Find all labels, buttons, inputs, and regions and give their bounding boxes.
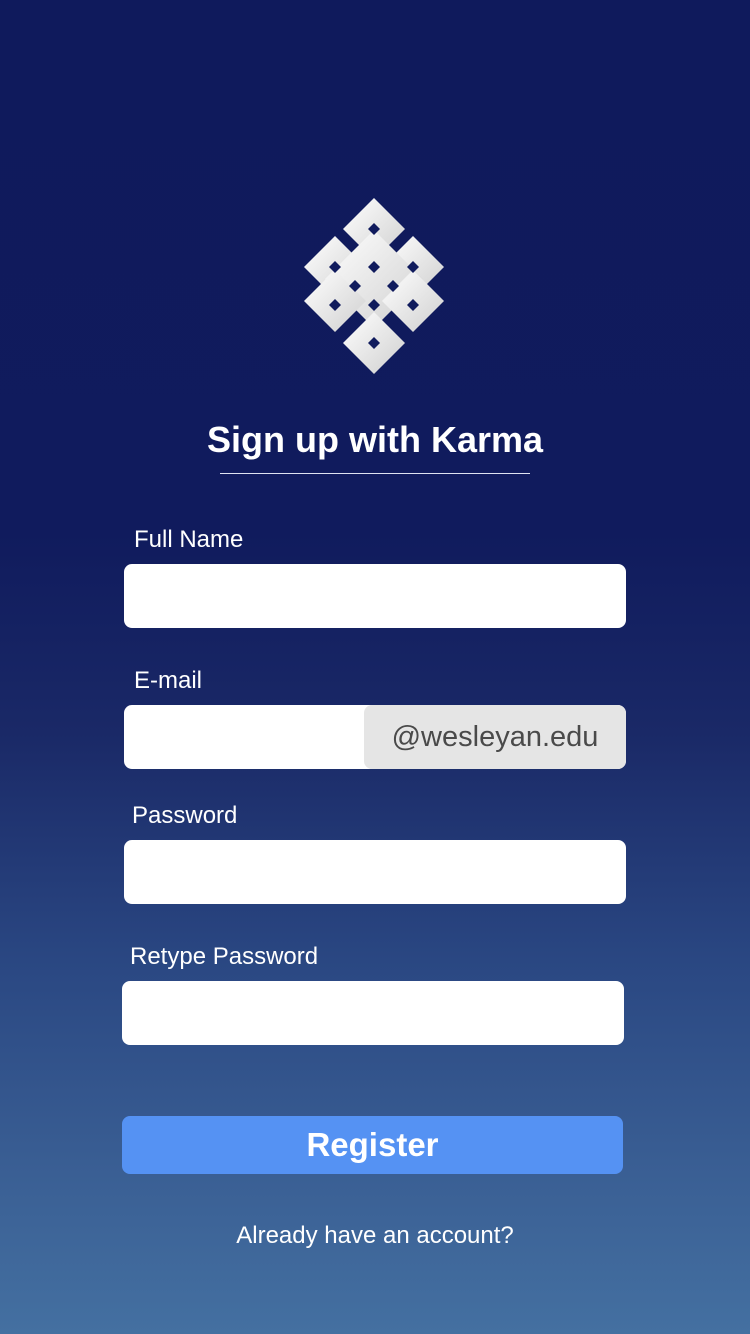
- endless-knot-icon: [303, 196, 445, 376]
- page-title: Sign up with Karma: [206, 419, 544, 460]
- email-input[interactable]: [124, 705, 364, 769]
- retype-password-input[interactable]: [122, 981, 624, 1045]
- full-name-field-container: [124, 564, 626, 628]
- already-have-account-link[interactable]: Already have an account?: [0, 1220, 750, 1252]
- password-label: Password: [132, 802, 238, 829]
- title-divider: [220, 473, 530, 474]
- email-label: E-mail: [134, 667, 203, 694]
- email-field-container: @wesleyan.edu: [124, 705, 626, 769]
- password-field-container: [124, 840, 626, 904]
- register-button[interactable]: Register: [122, 1116, 623, 1174]
- retype-password-label: Retype Password: [130, 943, 319, 970]
- retype-password-field-container: [122, 981, 624, 1045]
- full-name-label: Full Name: [134, 526, 244, 553]
- email-domain-suffix: @wesleyan.edu: [364, 705, 626, 769]
- full-name-input[interactable]: [124, 564, 626, 628]
- password-input[interactable]: [124, 840, 626, 904]
